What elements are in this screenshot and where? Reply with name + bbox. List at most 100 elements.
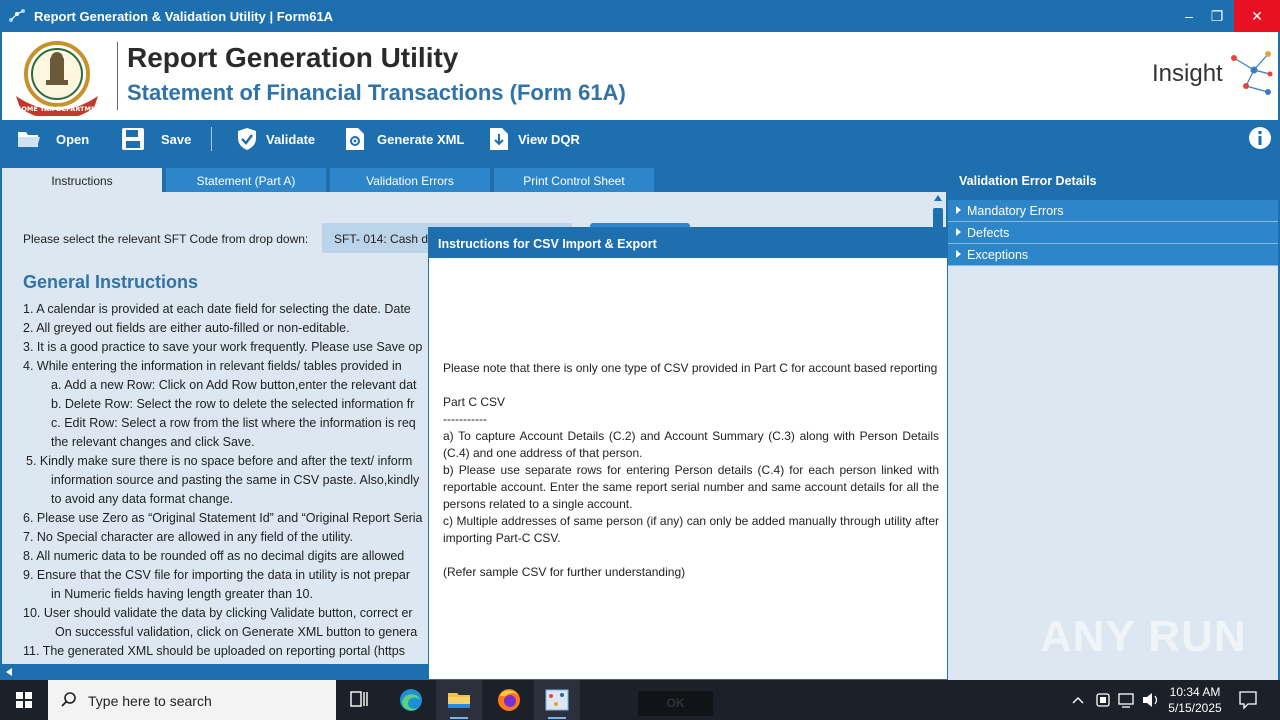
- header-divider: [117, 42, 118, 110]
- scroll-up-arrow-icon[interactable]: [934, 195, 942, 201]
- insight-logo-icon: [1231, 51, 1273, 95]
- window-title: Report Generation & Validation Utility |…: [34, 9, 334, 24]
- instruction-line: 4. While entering the information in rel…: [23, 359, 402, 373]
- open-label: Open: [56, 132, 90, 147]
- scroll-left-arrow-icon[interactable]: [6, 668, 12, 676]
- dialog-title: Instructions for CSV Import & Export: [429, 228, 947, 258]
- search-icon: [61, 692, 76, 707]
- app-header: INCOME TAX DEPARTMENT Report Generation …: [2, 32, 1278, 120]
- file-download-icon: [490, 128, 508, 150]
- mandatory-errors-item[interactable]: Mandatory Errors: [948, 200, 1278, 222]
- chevron-right-icon: [956, 250, 961, 258]
- validate-button[interactable]: Validate: [234, 126, 324, 154]
- system-clock[interactable]: 10:34 AM 5/15/2025: [1160, 684, 1230, 716]
- view-dqr-button[interactable]: View DQR: [486, 126, 586, 154]
- report-utility-taskbar-item[interactable]: [534, 680, 580, 720]
- title-bar: Report Generation & Validation Utility |…: [0, 0, 1280, 32]
- dialog-ok-button[interactable]: OK: [638, 691, 713, 716]
- view-dqr-label: View DQR: [518, 132, 580, 147]
- income-tax-emblem: INCOME TAX DEPARTMENT: [10, 41, 104, 116]
- chevron-right-icon: [956, 228, 961, 236]
- volume-icon[interactable]: [1140, 680, 1162, 720]
- network-icon[interactable]: [1116, 680, 1138, 720]
- instruction-line: 8. All numeric data to be rounded off as…: [23, 549, 405, 563]
- device-icon[interactable]: [1092, 680, 1114, 720]
- instruction-line: 5. Kindly make sure there is no space be…: [26, 454, 413, 468]
- tab-print-control-sheet[interactable]: Print Control Sheet: [494, 168, 654, 192]
- instruction-line: 6. Please use Zero as “Original Statemen…: [23, 511, 423, 525]
- insight-brand-text: Insight: [1152, 60, 1223, 87]
- file-explorer-icon: [448, 693, 470, 708]
- dialog-point-a: a) To capture Account Details (C.2) and …: [443, 429, 939, 460]
- defects-label: Defects: [967, 226, 1010, 240]
- tab-validation-errors[interactable]: Validation Errors: [330, 168, 490, 192]
- validation-error-panel: Validation Error Details Mandatory Error…: [948, 160, 1278, 680]
- sft-code-label: Please select the relevant SFT Code from…: [23, 232, 309, 246]
- report-utility-icon: [545, 689, 569, 711]
- taskbar-search[interactable]: Type here to search: [48, 680, 336, 720]
- instruction-line: 10. User should validate the data by cli…: [23, 606, 413, 620]
- chevron-up-icon[interactable]: [1068, 680, 1088, 720]
- tab-instructions[interactable]: Instructions: [2, 168, 162, 192]
- mandatory-errors-label: Mandatory Errors: [967, 204, 1064, 218]
- firefox-icon[interactable]: [486, 680, 532, 720]
- instruction-line: c. Edit Row: Select a row from the list …: [51, 416, 416, 430]
- dialog-body: Please note that there is only one type …: [443, 360, 939, 581]
- active-indicator: [548, 717, 566, 719]
- exceptions-item[interactable]: Exceptions: [948, 244, 1278, 266]
- dialog-point-b: b) Please use separate rows for entering…: [443, 463, 939, 511]
- active-indicator: [450, 717, 468, 719]
- instruction-line: 7. No Special character are allowed in a…: [23, 530, 353, 544]
- generate-xml-label: Generate XML: [377, 132, 465, 147]
- instruction-line: 1. A calendar is provided at each date f…: [23, 302, 411, 316]
- edge-browser-icon[interactable]: [388, 680, 434, 720]
- windows-start-icon[interactable]: [0, 680, 48, 720]
- folder-open-icon: [18, 132, 40, 147]
- save-disk-icon: [122, 128, 144, 150]
- toolbar: Open Save Validate Generate XML View DQR: [2, 120, 1278, 160]
- emblem-text: INCOME TAX DEPARTMENT: [10, 105, 104, 113]
- tab-statement-part-a[interactable]: Statement (Part A): [166, 168, 326, 192]
- dialog-point-c: c) Multiple addresses of same person (if…: [443, 514, 939, 545]
- file-explorer-taskbar-item[interactable]: [436, 680, 482, 720]
- app-icon: [9, 9, 25, 22]
- search-placeholder: Type here to search: [88, 693, 212, 709]
- instruction-line: in Numeric fields having length greater …: [51, 587, 313, 601]
- open-button[interactable]: Open: [16, 126, 96, 154]
- instruction-line: 9. Ensure that the CSV file for importin…: [23, 568, 411, 582]
- instruction-line: 2. All greyed out fields are either auto…: [23, 321, 350, 335]
- anyrun-watermark: ANY RUN: [1040, 612, 1247, 661]
- clock-time: 10:34 AM: [1169, 685, 1221, 699]
- dialog-note: Please note that there is only one type …: [443, 361, 938, 375]
- instruction-line: 3. It is a good practice to save your wo…: [23, 340, 423, 354]
- clock-date: 5/15/2025: [1168, 701, 1222, 715]
- app-title: Report Generation Utility: [127, 42, 459, 73]
- exceptions-label: Exceptions: [967, 248, 1029, 262]
- scroll-thumb[interactable]: [933, 208, 943, 228]
- save-button[interactable]: Save: [120, 126, 200, 154]
- instruction-line: information source and pasting the same …: [51, 473, 420, 487]
- close-button[interactable]: ✕: [1234, 0, 1280, 32]
- save-label: Save: [161, 132, 192, 147]
- file-gear-icon: [346, 128, 364, 150]
- general-instructions-heading: General Instructions: [23, 272, 199, 292]
- task-view-icon[interactable]: [336, 680, 382, 720]
- toolbar-separator: [211, 127, 212, 151]
- info-icon[interactable]: [1248, 126, 1272, 150]
- instruction-line: the relevant changes and click Save.: [51, 435, 255, 449]
- instruction-line: On successful validation, click on Gener…: [55, 625, 418, 639]
- defects-item[interactable]: Defects: [948, 222, 1278, 244]
- dialog-part-heading: Part C CSV: [443, 395, 506, 409]
- validation-error-title: Validation Error Details: [948, 160, 1278, 200]
- app-subtitle: Statement of Financial Transactions (For…: [127, 80, 626, 105]
- instruction-line: a. Add a new Row: Click on Add Row butto…: [51, 378, 417, 392]
- instruction-line: to avoid any data format change.: [51, 492, 234, 506]
- generate-xml-button[interactable]: Generate XML: [342, 126, 465, 154]
- instruction-line: 11. The generated XML should be uploaded…: [23, 644, 405, 658]
- instruction-line: b. Delete Row: Select the row to delete …: [51, 397, 415, 411]
- notification-icon[interactable]: [1236, 680, 1260, 720]
- dialog-dashes: -----------: [443, 412, 487, 426]
- shield-check-icon: [238, 128, 256, 150]
- dialog-refer: (Refer sample CSV for further understand…: [443, 565, 686, 579]
- tab-bar: Instructions Statement (Part A) Validati…: [2, 160, 946, 192]
